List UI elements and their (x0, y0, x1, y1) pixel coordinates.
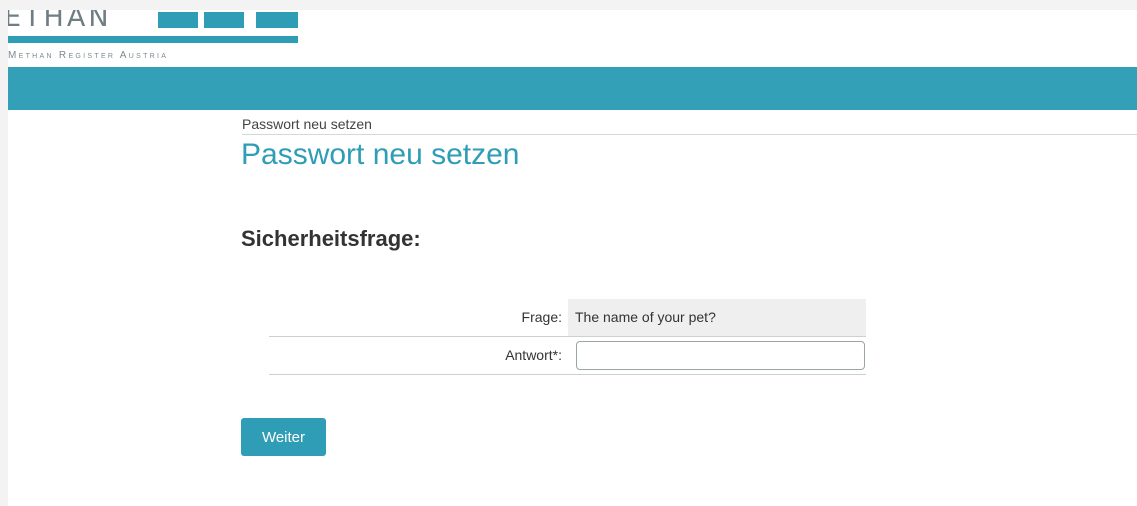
answer-label: Antwort*: (505, 347, 562, 363)
breadcrumb: Passwort neu setzen (242, 116, 372, 132)
brand-logo[interactable]: ETHAN Methan Register Austria (8, 10, 308, 67)
question-label: Frage: (521, 309, 562, 325)
security-question-form: Frage: The name of your pet? Antwort*: (269, 299, 866, 375)
page-title: Passwort neu setzen (241, 138, 520, 171)
logo-underline (8, 36, 298, 43)
section-title: Sicherheitsfrage: (241, 226, 421, 251)
navigation-band (8, 67, 1137, 110)
answer-input[interactable] (576, 341, 865, 370)
breadcrumb-divider (242, 134, 1137, 135)
answer-row: Antwort*: (269, 337, 866, 375)
logo-block (204, 12, 244, 28)
question-value: The name of your pet? (568, 299, 866, 336)
question-row: Frage: The name of your pet? (269, 299, 866, 337)
logo-block (256, 12, 298, 28)
logo-word: ETHAN (8, 10, 112, 33)
logo-tagline: Methan Register Austria (8, 50, 169, 61)
page-frame: ETHAN Methan Register Austria Passwort n… (8, 10, 1137, 506)
logo-block (158, 12, 198, 28)
weiter-button[interactable]: Weiter (241, 418, 326, 456)
